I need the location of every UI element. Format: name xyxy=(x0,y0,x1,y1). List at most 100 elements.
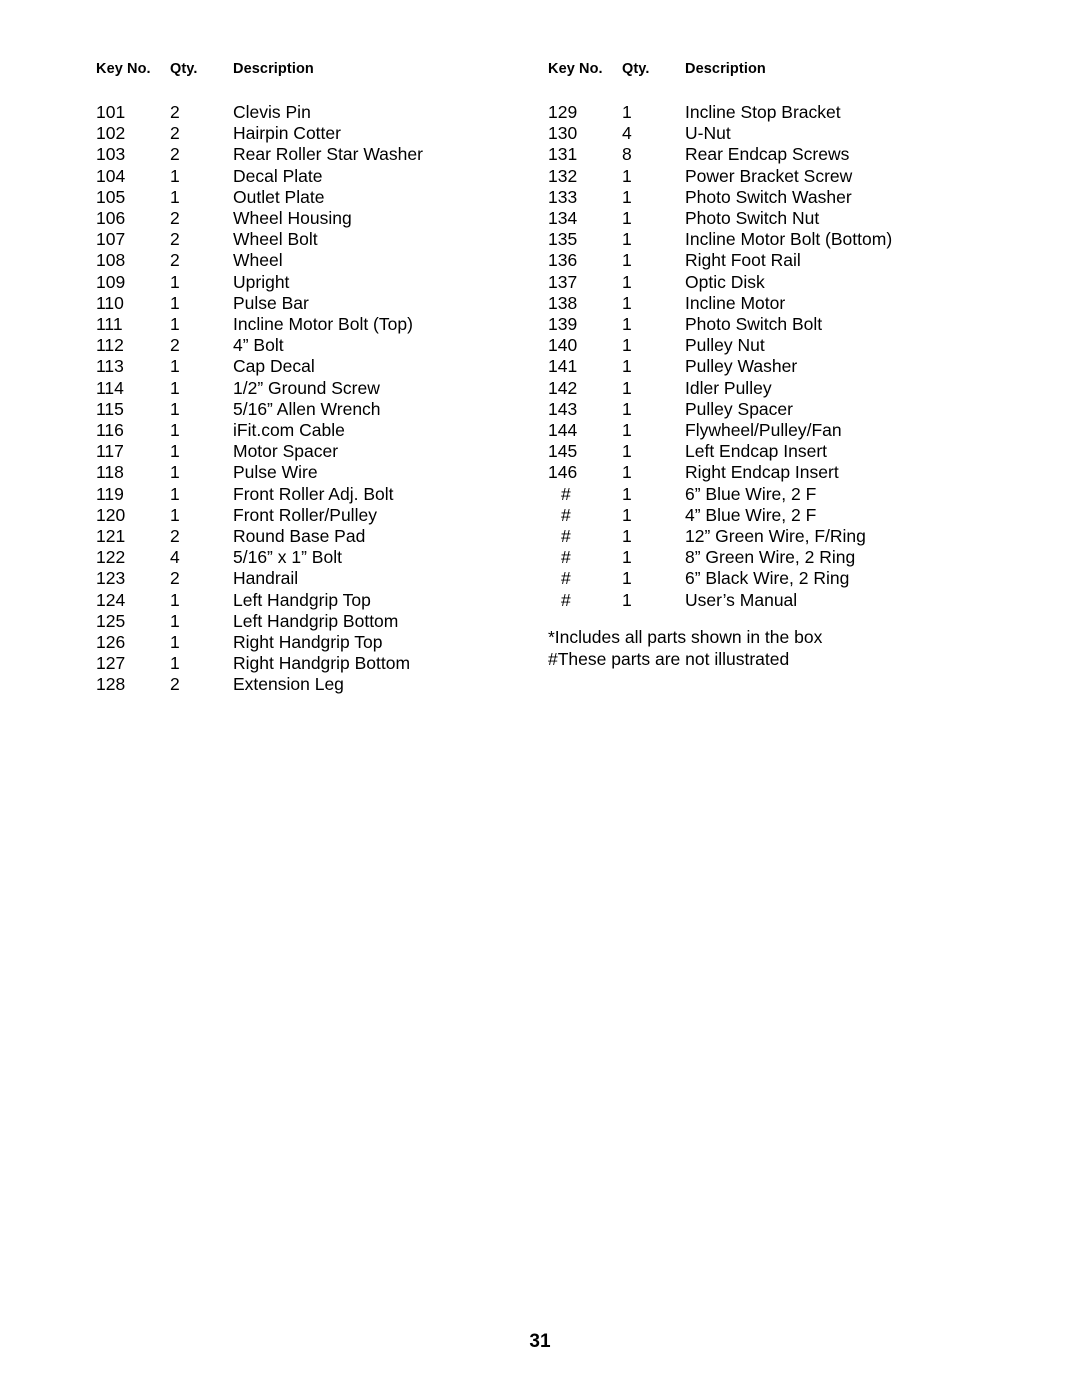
cell-description: Photo Switch Nut xyxy=(685,208,820,229)
table-row: 102 2 Hairpin Cotter xyxy=(96,123,536,144)
table-row: 125 1 Left Handgrip Bottom xyxy=(96,611,536,632)
cell-qty: 1 xyxy=(170,165,180,186)
cell-description: Photo Switch Washer xyxy=(685,186,852,207)
cell-key-no: 133 xyxy=(548,186,578,207)
cell-qty: 1 xyxy=(170,441,180,462)
cell-description: Right Handgrip Bottom xyxy=(233,653,411,674)
table-row: 143 1 Pulley Spacer xyxy=(548,399,1018,420)
cell-qty: 1 xyxy=(170,271,180,292)
table-row: #1 8” Green Wire, 2 Ring xyxy=(548,547,1018,568)
cell-key-no: 130 xyxy=(548,123,578,144)
cell-description: Front Roller/Pulley xyxy=(233,504,377,525)
column-header-description: Description xyxy=(685,61,766,77)
cell-description: Extension Leg xyxy=(233,674,344,695)
cell-qty: 4 xyxy=(170,547,180,568)
cell-qty: 2 xyxy=(170,208,180,229)
cell-qty: 1 xyxy=(622,568,632,589)
cell-qty: 1 xyxy=(622,271,632,292)
cell-description: Decal Plate xyxy=(233,165,323,186)
table-row: 139 1 Photo Switch Bolt xyxy=(548,314,1018,335)
table-row: 101 2 Clevis Pin xyxy=(96,102,536,123)
column-header-key-no: Key No. xyxy=(548,61,603,77)
cell-key-no: 141 xyxy=(548,356,578,377)
table-row: 126 1 Right Handgrip Top xyxy=(96,632,536,653)
footnote-line: *Includes all parts shown in the box xyxy=(548,627,823,647)
table-row: 138 1 Incline Motor xyxy=(548,293,1018,314)
table-row: 121 2 Round Base Pad xyxy=(96,526,536,547)
cell-qty: 2 xyxy=(170,250,180,271)
cell-description: Pulse Wire xyxy=(233,462,318,483)
cell-qty: 1 xyxy=(622,186,632,207)
cell-qty: 1 xyxy=(170,356,180,377)
table-row: 140 1 Pulley Nut xyxy=(548,335,1018,356)
table-row: 137 1 Optic Disk xyxy=(548,272,1018,293)
cell-qty: 1 xyxy=(170,398,180,419)
table-row: #1 12” Green Wire, F/Ring xyxy=(548,526,1018,547)
cell-key-no: 114 xyxy=(96,377,124,398)
cell-key-no: 108 xyxy=(96,250,126,271)
table-row: 130 4 U-Nut xyxy=(548,123,1018,144)
cell-description: Upright xyxy=(233,271,290,292)
cell-description: Pulley Nut xyxy=(685,335,765,356)
parts-table-left-body: 101 2 Clevis Pin 102 2 Hairpin Cotter 103 2 Rear… xyxy=(96,80,536,696)
cell-description: 1/2” Ground Screw xyxy=(233,377,380,398)
cell-key-no: 106 xyxy=(96,208,126,229)
cell-description: Left Handgrip Bottom xyxy=(233,610,399,631)
cell-qty: 1 xyxy=(622,314,632,335)
table-row: 129 1 Incline Stop Bracket xyxy=(548,102,1018,123)
table-row: 131 8 Rear Endcap Screws xyxy=(548,144,1018,165)
cell-key-no: 122 xyxy=(96,547,126,568)
table-row: 145 1 Left Endcap Insert xyxy=(548,441,1018,462)
cell-key-no: 124 xyxy=(96,589,126,610)
cell-key-no: 145 xyxy=(548,441,578,462)
cell-description: Outlet Plate xyxy=(233,186,325,207)
table-row: 124 1 Left Handgrip Top xyxy=(96,590,536,611)
cell-qty: 1 xyxy=(170,186,180,207)
cell-description: Pulse Bar xyxy=(233,292,309,313)
cell-qty: 1 xyxy=(622,229,632,250)
table-row: 105 1 Outlet Plate xyxy=(96,187,536,208)
cell-description: Rear Roller Star Washer xyxy=(233,144,423,165)
cell-description: Optic Disk xyxy=(685,271,765,292)
cell-description: Round Base Pad xyxy=(233,526,366,547)
column-header-key-no: Key No. xyxy=(96,61,151,77)
cell-description: Front Roller Adj. Bolt xyxy=(233,483,394,504)
cell-key-no-hash: # xyxy=(561,483,571,504)
table-row: #1 User’s Manual xyxy=(548,590,1018,611)
header-row: Key No. Qty. Description xyxy=(548,58,1018,80)
cell-qty: 2 xyxy=(170,123,180,144)
cell-description: Flywheel/Pulley/Fan xyxy=(685,420,842,441)
cell-description: 5/16” Allen Wrench xyxy=(233,398,381,419)
table-row: #1 6” Black Wire, 2 Ring xyxy=(548,568,1018,589)
cell-description: Left Endcap Insert xyxy=(685,441,828,462)
cell-key-no: 102 xyxy=(96,123,126,144)
cell-key-no: 118 xyxy=(96,462,124,483)
cell-description: Rear Endcap Screws xyxy=(685,144,850,165)
cell-description: iFit.com Cable xyxy=(233,420,345,441)
cell-key-no: 107 xyxy=(96,229,126,250)
cell-qty: 2 xyxy=(170,102,180,122)
parts-table-right-column: Key No. Qty. Description 129 1 Incline Sto… xyxy=(548,58,1018,611)
header-spacer-row xyxy=(96,80,536,102)
cell-qty: 8 xyxy=(622,144,632,165)
cell-key-no: 134 xyxy=(548,208,578,229)
cell-qty: 1 xyxy=(622,420,632,441)
cell-qty: 1 xyxy=(170,314,180,335)
cell-qty: 1 xyxy=(622,208,632,229)
cell-qty: 2 xyxy=(170,526,180,547)
cell-qty: 1 xyxy=(622,165,632,186)
cell-key-no: 142 xyxy=(548,377,578,398)
cell-description: User’s Manual xyxy=(685,589,798,610)
cell-key-no: 146 xyxy=(548,462,578,483)
table-row: 104 1 Decal Plate xyxy=(96,166,536,187)
cell-qty: 1 xyxy=(170,610,180,631)
cell-key-no: 117 xyxy=(96,441,124,462)
table-row: #1 4” Blue Wire, 2 F xyxy=(548,505,1018,526)
cell-qty: 1 xyxy=(622,483,632,504)
cell-key-no: 116 xyxy=(96,420,124,441)
table-row: 132 1 Power Bracket Screw xyxy=(548,166,1018,187)
table-row: 112 2 4” Bolt xyxy=(96,335,536,356)
cell-key-no: 144 xyxy=(548,420,578,441)
cell-key-no: 113 xyxy=(96,356,124,377)
table-row: 107 2 Wheel Bolt xyxy=(96,229,536,250)
